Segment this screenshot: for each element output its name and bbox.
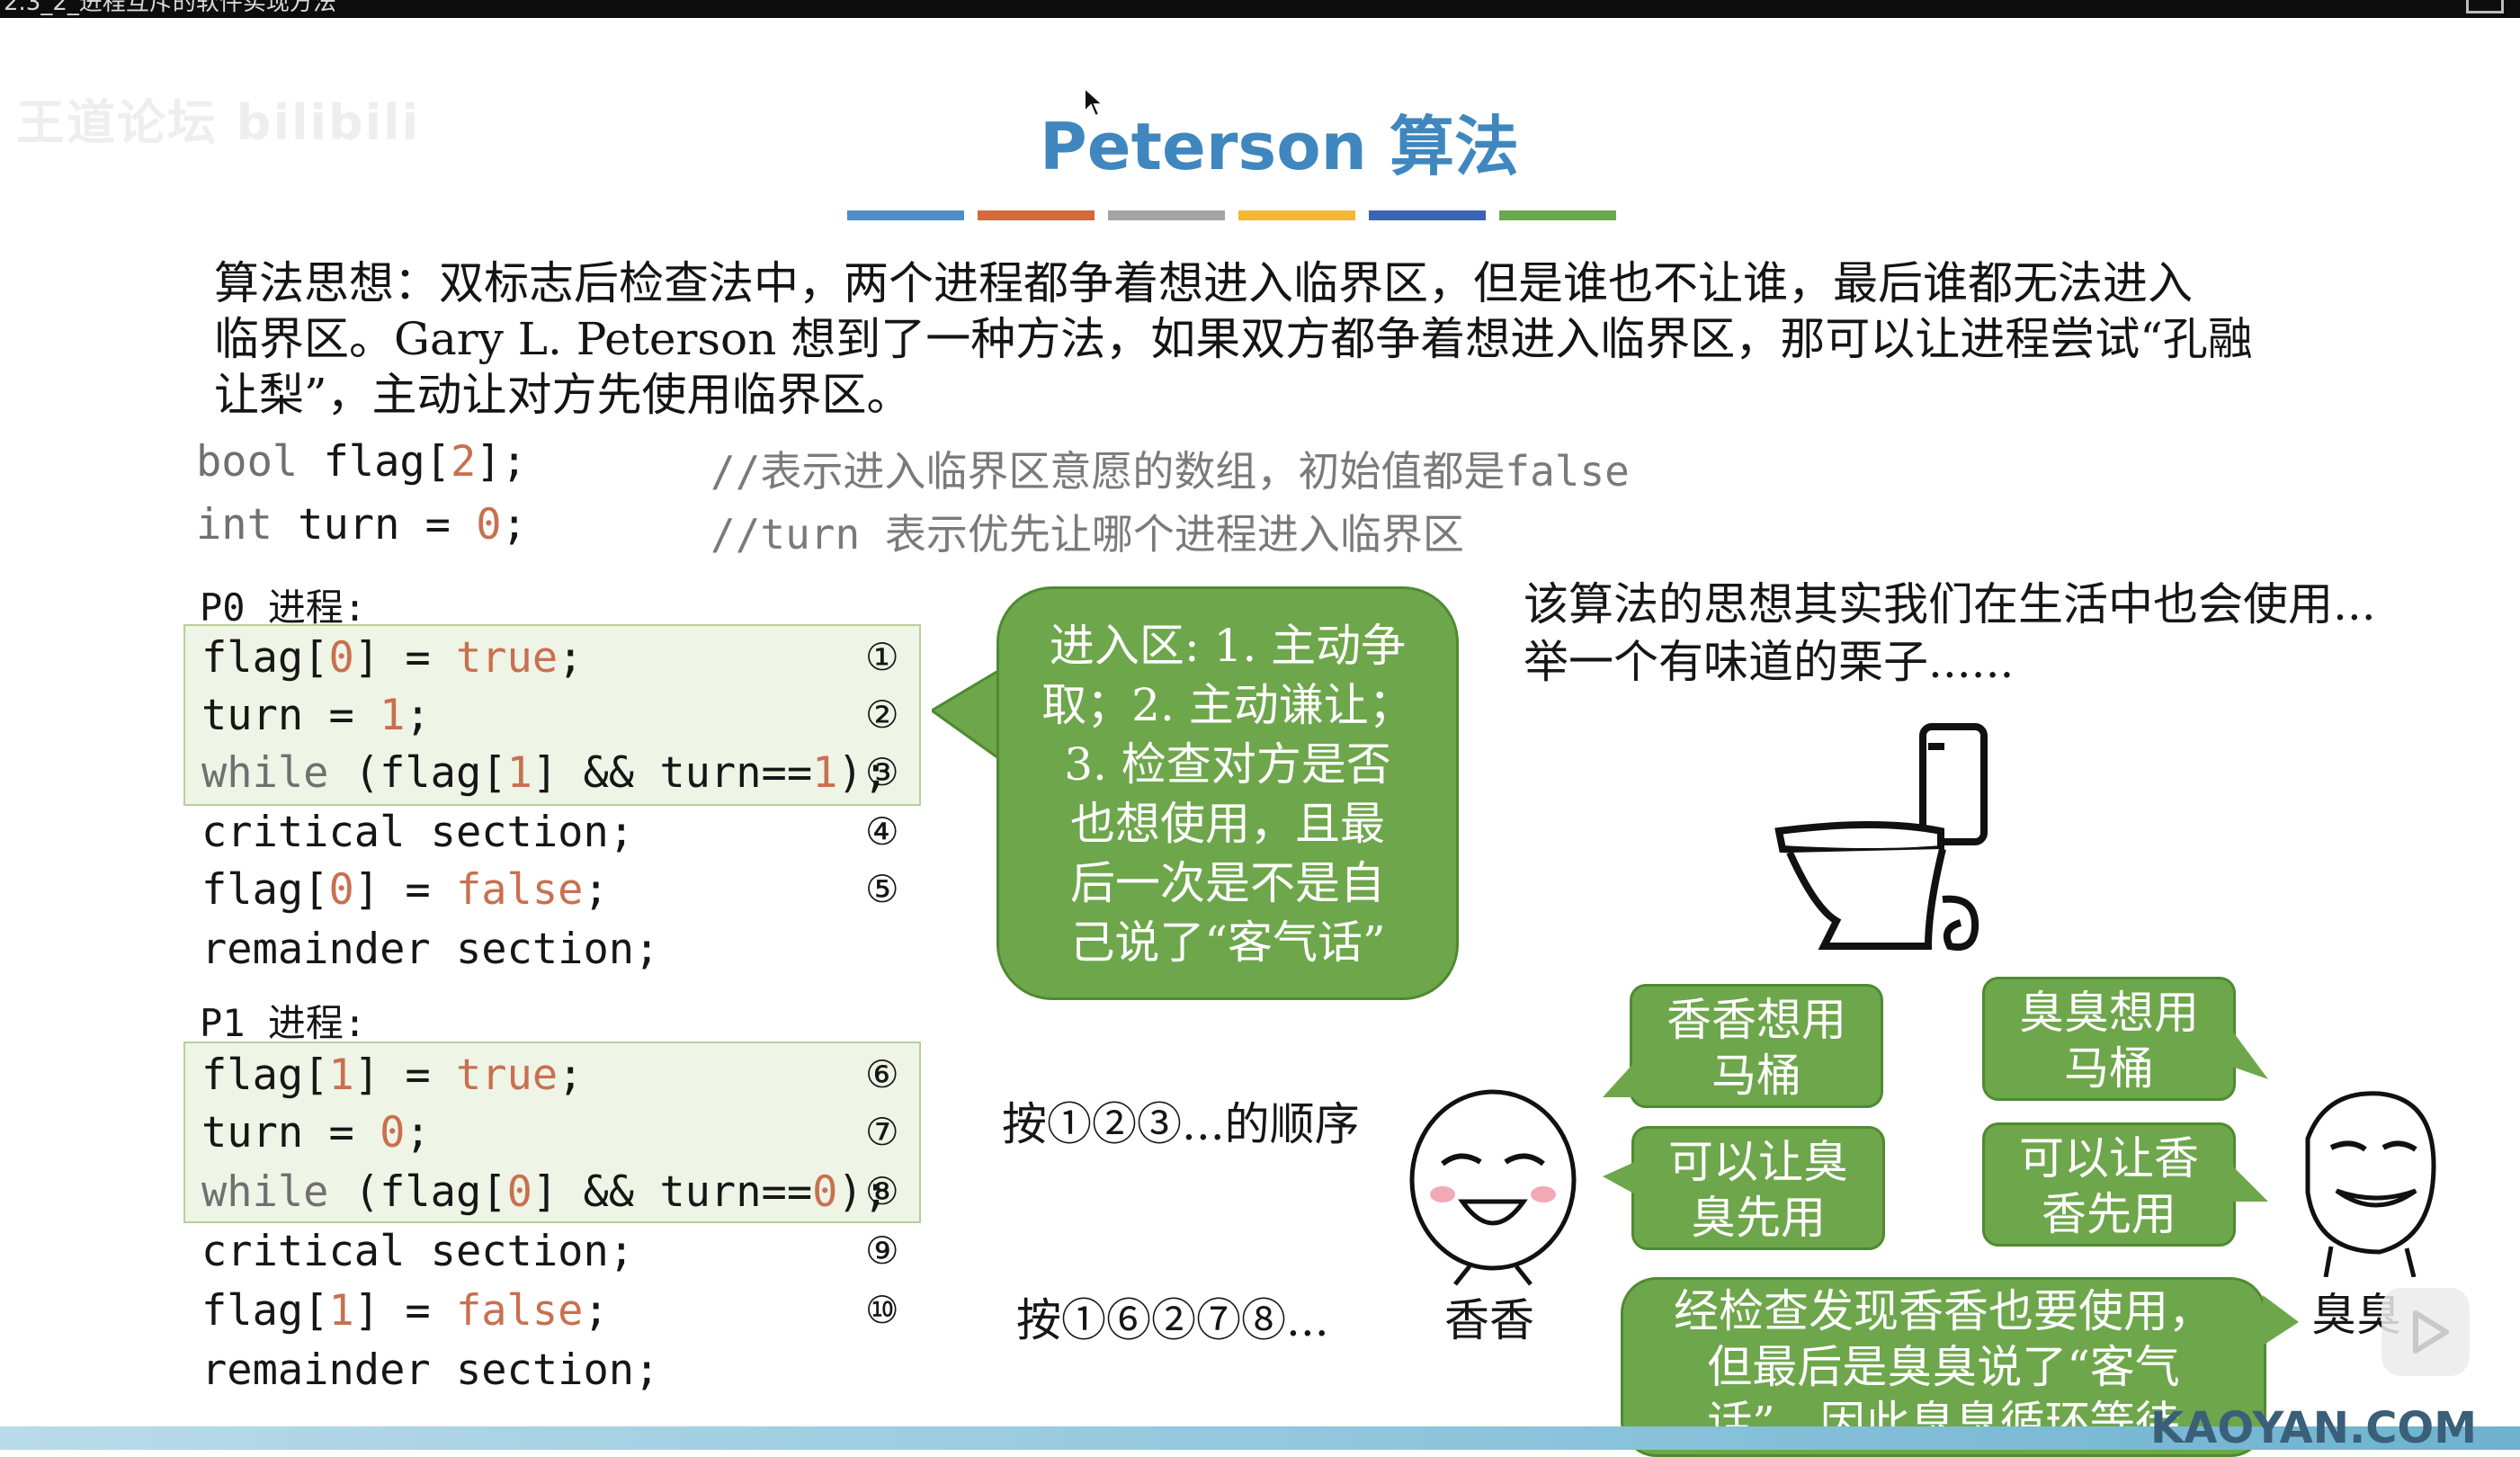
- play-icon: [2413, 1310, 2449, 1354]
- window-title-bar: 2.3_2_进程互斥的软件实现方法: [0, 0, 2520, 18]
- site-watermark: KAOYAN.COM: [2150, 1403, 2477, 1453]
- divider-segment: [1238, 210, 1355, 220]
- step-marker: ⑨: [865, 1229, 899, 1273]
- toilet-icon: [1774, 723, 1988, 951]
- divider-segment: [847, 210, 964, 220]
- p1-line-1: flag[1] = true;: [201, 1050, 584, 1100]
- p1-line-3: while (flag[0] && turn==0);: [201, 1167, 889, 1217]
- bubble-tail: [2232, 1031, 2268, 1079]
- flag-declaration: bool flag[2];: [196, 437, 527, 487]
- turn-declaration: int turn = 0;: [196, 500, 527, 550]
- bottom-wave-strip: [0, 1426, 2520, 1450]
- p0-line-3: while (flag[1] && turn==1);: [201, 748, 889, 798]
- turn-comment: //turn 表示优先让哪个进程进入临界区: [710, 510, 1464, 559]
- step-marker: ②: [865, 693, 899, 737]
- window-title: 2.3_2_进程互斥的软件实现方法: [4, 0, 336, 16]
- chouchou-face-icon: [2305, 1091, 2436, 1277]
- chouchou-want-bubble: 臭臭想用 马桶: [1982, 977, 2236, 1101]
- p1-line-2: turn = 0;: [201, 1108, 431, 1158]
- watermark: 王道论坛 bilibili: [16, 94, 421, 151]
- xiangxiang-name: 香香: [1444, 1294, 1534, 1346]
- bubble-tail: [2263, 1295, 2299, 1345]
- story-intro: 该算法的思想其实我们在生活中也会使用... 举一个有味道的栗子......: [1524, 578, 2376, 688]
- divider-segment: [978, 210, 1095, 220]
- intro-line: 算法思想：双标志后检查法中，两个进程都争着想进入临界区，但是谁也不让谁，最后谁都…: [214, 257, 2193, 309]
- step-marker: ⑩: [865, 1288, 899, 1332]
- p0-line-1: flag[0] = true;: [201, 633, 584, 683]
- p1-line-5: flag[1] = false;: [201, 1286, 609, 1336]
- intro-paragraph: 算法思想：双标志后检查法中，两个进程都争着想进入临界区，但是谁也不让谁，最后谁都…: [214, 255, 2373, 423]
- xiangxiang-yield-bubble: 可以让臭 臭先用: [1631, 1126, 1885, 1250]
- window-menu-icon[interactable]: [2466, 0, 2504, 13]
- p1-line-4: critical section;: [201, 1227, 635, 1276]
- order-caption-sequential: 按①②③...的顺序: [1002, 1098, 1360, 1150]
- slide-title: Peterson 算法: [1040, 109, 1520, 184]
- step-marker: ⑧: [865, 1169, 899, 1213]
- step-marker: ③: [865, 750, 899, 794]
- play-button[interactable]: [2381, 1288, 2470, 1376]
- divider-segment: [1108, 210, 1225, 220]
- p0-line-6: remainder section;: [201, 925, 660, 974]
- entry-explanation-bubble: 进入区: 1. 主动争 取；2. 主动谦让； 3. 检查对方是否 也想使用，且最…: [996, 586, 1459, 1000]
- intro-line: 临界区。Gary L. Peterson 想到了一种方法，如果双方都争着想进入临…: [214, 313, 2253, 365]
- flag-comment: //表示进入临界区意愿的数组，初始值都是false: [710, 447, 1630, 496]
- step-marker: ④: [865, 809, 899, 854]
- p1-line-6: remainder section;: [201, 1345, 660, 1395]
- divider-segment: [1369, 210, 1486, 220]
- p0-line-2: turn = 1;: [201, 691, 431, 740]
- step-marker: ⑥: [865, 1052, 899, 1096]
- mouse-cursor-icon: [1084, 86, 1105, 118]
- step-marker: ⑤: [865, 867, 899, 911]
- bubble-tail: [1603, 1058, 1639, 1097]
- xiangxiang-want-bubble: 香香想用 马桶: [1630, 984, 1883, 1108]
- p0-line-5: flag[0] = false;: [201, 865, 609, 915]
- intro-line: 让梨”，主动让对方先使用临界区。: [214, 369, 912, 421]
- step-marker: ①: [865, 635, 899, 679]
- order-caption-interleaved: 按①⑥②⑦⑧...: [1016, 1294, 1329, 1346]
- divider-segment: [1499, 210, 1616, 220]
- chouchou-yield-bubble: 可以让香 香先用: [1982, 1122, 2236, 1247]
- bubble-tail: [1603, 1160, 1639, 1196]
- xiangxiang-face-icon: [1409, 1089, 1577, 1286]
- p0-line-4: critical section;: [201, 808, 635, 857]
- bubble-tail: [2232, 1166, 2268, 1202]
- p1-label: P1 进程:: [200, 1001, 367, 1045]
- step-marker: ⑦: [865, 1110, 899, 1154]
